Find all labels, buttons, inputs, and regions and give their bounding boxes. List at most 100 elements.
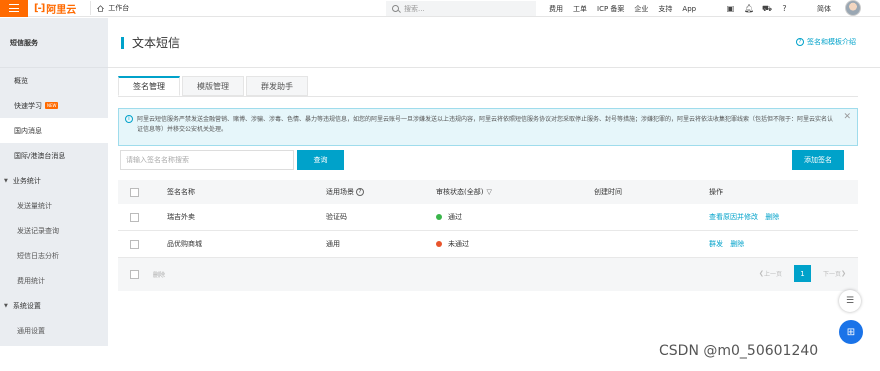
page-button-current[interactable]: 1 [793, 265, 811, 282]
cell-name: 品优购商城 [167, 240, 202, 248]
chat-icon[interactable]: ☰ [839, 290, 861, 312]
help-link[interactable]: ? 签名和模板介绍 [796, 37, 856, 47]
query-button[interactable]: 查询 [297, 150, 344, 170]
cell-status: 未通过 [436, 239, 469, 249]
help-icon[interactable]: ? [780, 4, 789, 13]
prev-page-button[interactable]: 上一页 [764, 269, 782, 278]
nav-link-icp[interactable]: ICP 备案 [597, 4, 624, 14]
filter-icon[interactable]: ▽ [486, 188, 491, 196]
cell-name: 瑞吉外卖 [167, 213, 195, 221]
sidebar-item-label: 概览 [14, 76, 28, 85]
row-checkbox[interactable] [130, 212, 139, 222]
sidebar-item-general-settings[interactable]: 通用设置 [0, 318, 108, 343]
footer-select-checkbox[interactable] [130, 270, 139, 279]
nav-link-support[interactable]: 支持 [658, 4, 672, 14]
view-reason-link[interactable]: 查看原因并修改 [709, 213, 758, 221]
nav-link-fees[interactable]: 费用 [549, 4, 563, 14]
logo-text: 阿里云 [46, 4, 77, 16]
col-header-status-label: 审核状态(全部) [436, 188, 484, 196]
col-header-created: 创建时间 [594, 188, 622, 196]
terminal-icon[interactable]: ▣ [726, 4, 735, 13]
cell-scene: 验证码 [326, 213, 347, 221]
col-header-actions: 操作 [709, 188, 723, 196]
workspace-link[interactable]: 工作台 [90, 1, 135, 15]
new-badge: NEW [45, 102, 59, 109]
sidebar-item-log-analysis[interactable]: 短信日志分析 [0, 243, 108, 268]
signature-search-input[interactable] [120, 150, 294, 170]
tab-bar: 签名管理 模版管理 群发助手 [118, 76, 310, 96]
sidebar-group-settings[interactable]: ▼ 系统设置 [0, 293, 108, 318]
info-icon: i [125, 115, 133, 123]
delete-link[interactable]: 删除 [730, 240, 744, 248]
sidebar-item-send-stats[interactable]: 发送量统计 [0, 193, 108, 218]
table-row: 瑞吉外卖 验证码 通过 查看原因并修改 删除 [118, 204, 858, 231]
nav-link-app[interactable]: App [682, 5, 696, 13]
nav-link-enterprise[interactable]: 企业 [634, 4, 648, 14]
avatar[interactable] [845, 0, 861, 16]
search-icon [392, 5, 399, 12]
delete-link[interactable]: 删除 [765, 213, 779, 221]
bulk-delete-button[interactable]: 删除 [153, 270, 165, 279]
select-all-checkbox[interactable] [130, 187, 139, 197]
bell-icon[interactable]: 🔔︎ [744, 4, 754, 13]
watermark: CSDN @m0_50601240 [659, 343, 819, 359]
col-header-scene-label: 适用场景 [326, 188, 354, 196]
sidebar-item-label: 国际/港澳台消息 [14, 151, 66, 160]
workspace-label: 工作台 [108, 4, 130, 12]
question-circle-icon: ? [796, 38, 804, 46]
help-link-label: 签名和模板介绍 [807, 38, 856, 46]
tab-divider [118, 96, 858, 97]
caret-down-icon: ▼ [4, 302, 8, 309]
signature-table: 签名名称 适用场景 ? 审核状态(全部) ▽ 创建时间 操作 瑞吉外卖 验证码 … [118, 180, 858, 291]
tab-template[interactable]: 模版管理 [182, 76, 244, 96]
table-header: 签名名称 适用场景 ? 审核状态(全部) ▽ 创建时间 操作 [118, 180, 858, 204]
tab-signature[interactable]: 签名管理 [118, 76, 180, 96]
sidebar-item-label: 国内消息 [14, 126, 42, 135]
page-title: 文本短信 [132, 36, 181, 50]
cell-status: 通过 [436, 212, 462, 222]
sidebar-item-domestic[interactable]: 国内消息 [0, 118, 108, 143]
sidebar-group-label: 业务统计 [12, 176, 41, 185]
sidebar-item-send-records[interactable]: 发送记录查询 [0, 218, 108, 243]
close-icon[interactable]: ✕ [843, 112, 851, 122]
global-search[interactable]: 搜索... [386, 1, 536, 16]
nav-link-tickets[interactable]: 工单 [573, 4, 587, 14]
table-footer: 删除 ❮ 上一页 1 下一页 ❯ [118, 258, 858, 291]
col-header-name: 签名名称 [167, 188, 195, 196]
hamburger-icon [9, 4, 19, 12]
title-accent-bar [121, 36, 124, 49]
top-icons: ▣ 🔔︎ ⛟ ? [726, 0, 798, 17]
main-content: 文本短信 ? 签名和模板介绍 签名管理 模版管理 群发助手 i 阿里云短信服务严… [108, 18, 880, 371]
sidebar-item-label: 快速学习 [14, 101, 42, 110]
sidebar-group-label: 系统设置 [12, 301, 41, 310]
col-header-scene: 适用场景 ? [326, 187, 364, 197]
menu-toggle-button[interactable] [0, 0, 28, 17]
next-page-button[interactable]: 下一页 [823, 269, 841, 278]
cell-scene: 通用 [326, 240, 340, 248]
bulk-send-link[interactable]: 群发 [709, 240, 723, 248]
cell-actions: 群发 删除 [709, 239, 749, 249]
tab-bulk-send[interactable]: 群发助手 [246, 76, 308, 96]
apps-icon[interactable]: ⊞ [839, 320, 863, 344]
aliyun-logo[interactable]: [-] 阿里云 [34, 1, 76, 16]
row-checkbox[interactable] [130, 239, 139, 249]
chevron-right-icon[interactable]: ❯ [841, 270, 846, 277]
question-circle-icon[interactable]: ? [356, 188, 364, 196]
sidebar-item-overview[interactable]: 概览 [0, 68, 108, 93]
language-switch[interactable]: 简体 [817, 4, 831, 14]
sidebar-group-statistics[interactable]: ▼ 业务统计 [0, 168, 108, 193]
table-row: 品优购商城 通用 未通过 群发 删除 [118, 231, 858, 258]
sidebar-item-quickstart[interactable]: 快速学习 NEW [0, 93, 108, 118]
add-signature-button[interactable]: 添加签名 [792, 150, 844, 170]
notice-text: 阿里云短信服务严禁发送金融营销、赌博、涉骗、涉毒、色情、暴力等违规信息，如您的阿… [137, 116, 834, 133]
compliance-notice: i 阿里云短信服务严禁发送金融营销、赌博、涉骗、涉毒、色情、暴力等违规信息，如您… [118, 108, 858, 146]
status-success-icon [436, 214, 442, 220]
cart-icon[interactable]: ⛟ [762, 4, 772, 13]
sidebar: 短信服务 概览 快速学习 NEW 国内消息 国际/港澳台消息 ▼ 业务统计 发送… [0, 18, 108, 346]
cell-actions: 查看原因并修改 删除 [709, 212, 784, 222]
status-failed-icon [436, 241, 442, 247]
sidebar-item-fee-stats[interactable]: 费用统计 [0, 268, 108, 293]
search-placeholder: 搜索... [404, 4, 425, 13]
caret-down-icon: ▼ [4, 177, 8, 184]
sidebar-item-international[interactable]: 国际/港澳台消息 [0, 143, 108, 168]
